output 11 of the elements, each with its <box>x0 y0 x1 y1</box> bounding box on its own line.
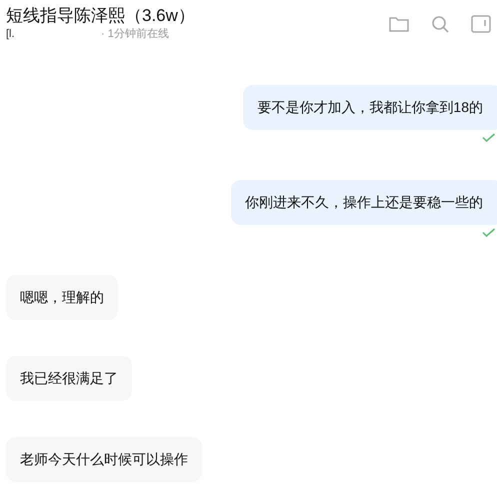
sent-message-bubble: 要不是你才加入，我都让你拿到18的 <box>243 85 497 130</box>
sidebar-panel-icon[interactable] <box>471 15 491 33</box>
received-message-bubble: 老师今天什么时候可以操作 <box>6 437 202 482</box>
received-message-bubble: 我已经很满足了 <box>6 356 132 401</box>
chat-title: 短线指导陈泽熙（3.6w） <box>6 5 195 27</box>
folder-icon[interactable] <box>389 16 409 32</box>
contact-id: [l. <box>6 27 16 41</box>
received-message-bubble: 嗯嗯，理解的 <box>6 275 118 320</box>
online-status: · 1分钟前在线 <box>101 27 169 41</box>
sent-message-bubble: 你刚进来不久，操作上还是要稳一些的 <box>231 180 497 225</box>
search-icon[interactable] <box>431 15 449 33</box>
